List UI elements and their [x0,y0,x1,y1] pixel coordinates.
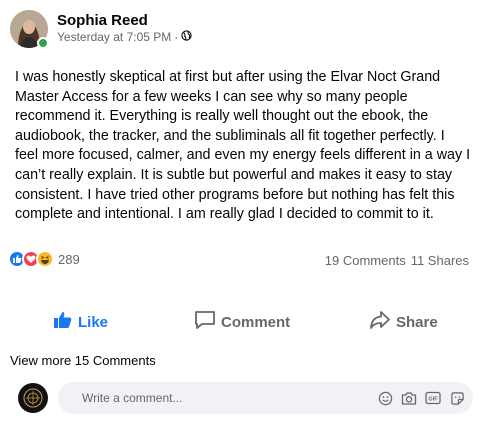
comments-count-link[interactable]: 19 Comments [325,253,406,268]
share-arrow-icon [369,310,391,334]
post-body: I was honestly skeptical at first but af… [15,69,471,223]
comment-bubble-icon [194,310,216,334]
gif-icon[interactable]: GIF [425,390,441,406]
share-button[interactable]: Share [369,306,438,338]
like-label: Like [78,313,109,331]
post-header: Sophia Reed Yesterday at 7:05 PM · [10,10,450,50]
svg-text:GIF: GIF [428,397,438,403]
haha-reaction-icon [36,250,54,268]
like-button[interactable]: Like [53,306,108,338]
online-status-dot [37,37,49,49]
shares-count-link[interactable]: 11 Shares [411,253,469,268]
post-action-bar: Like Comment Share [0,306,481,338]
post-timestamp[interactable]: Yesterday at 7:05 PM [57,30,171,44]
author-avatar[interactable] [10,10,49,49]
comment-button[interactable]: Comment [194,306,290,338]
emoji-icon[interactable] [377,390,393,406]
reaction-summary[interactable]: 289 [8,250,80,268]
current-user-avatar[interactable] [18,383,48,413]
reaction-count: 289 [58,251,80,267]
comment-input-tools: GIF [377,390,465,406]
thumbs-up-icon [53,311,73,333]
sticker-icon[interactable] [449,390,465,406]
engagement-stats: 19 Comments 11 Shares [325,253,469,268]
author-name[interactable]: Sophia Reed [57,12,148,29]
comment-label: Comment [221,313,291,331]
view-more-comments-link[interactable]: View more 15 Comments [10,353,156,368]
meta-separator: · [174,30,179,44]
share-label: Share [396,313,438,331]
post-meta: Yesterday at 7:05 PM · [57,30,192,44]
camera-icon[interactable] [401,390,417,406]
comment-composer: GIF [18,381,473,415]
globe-icon [181,30,192,44]
